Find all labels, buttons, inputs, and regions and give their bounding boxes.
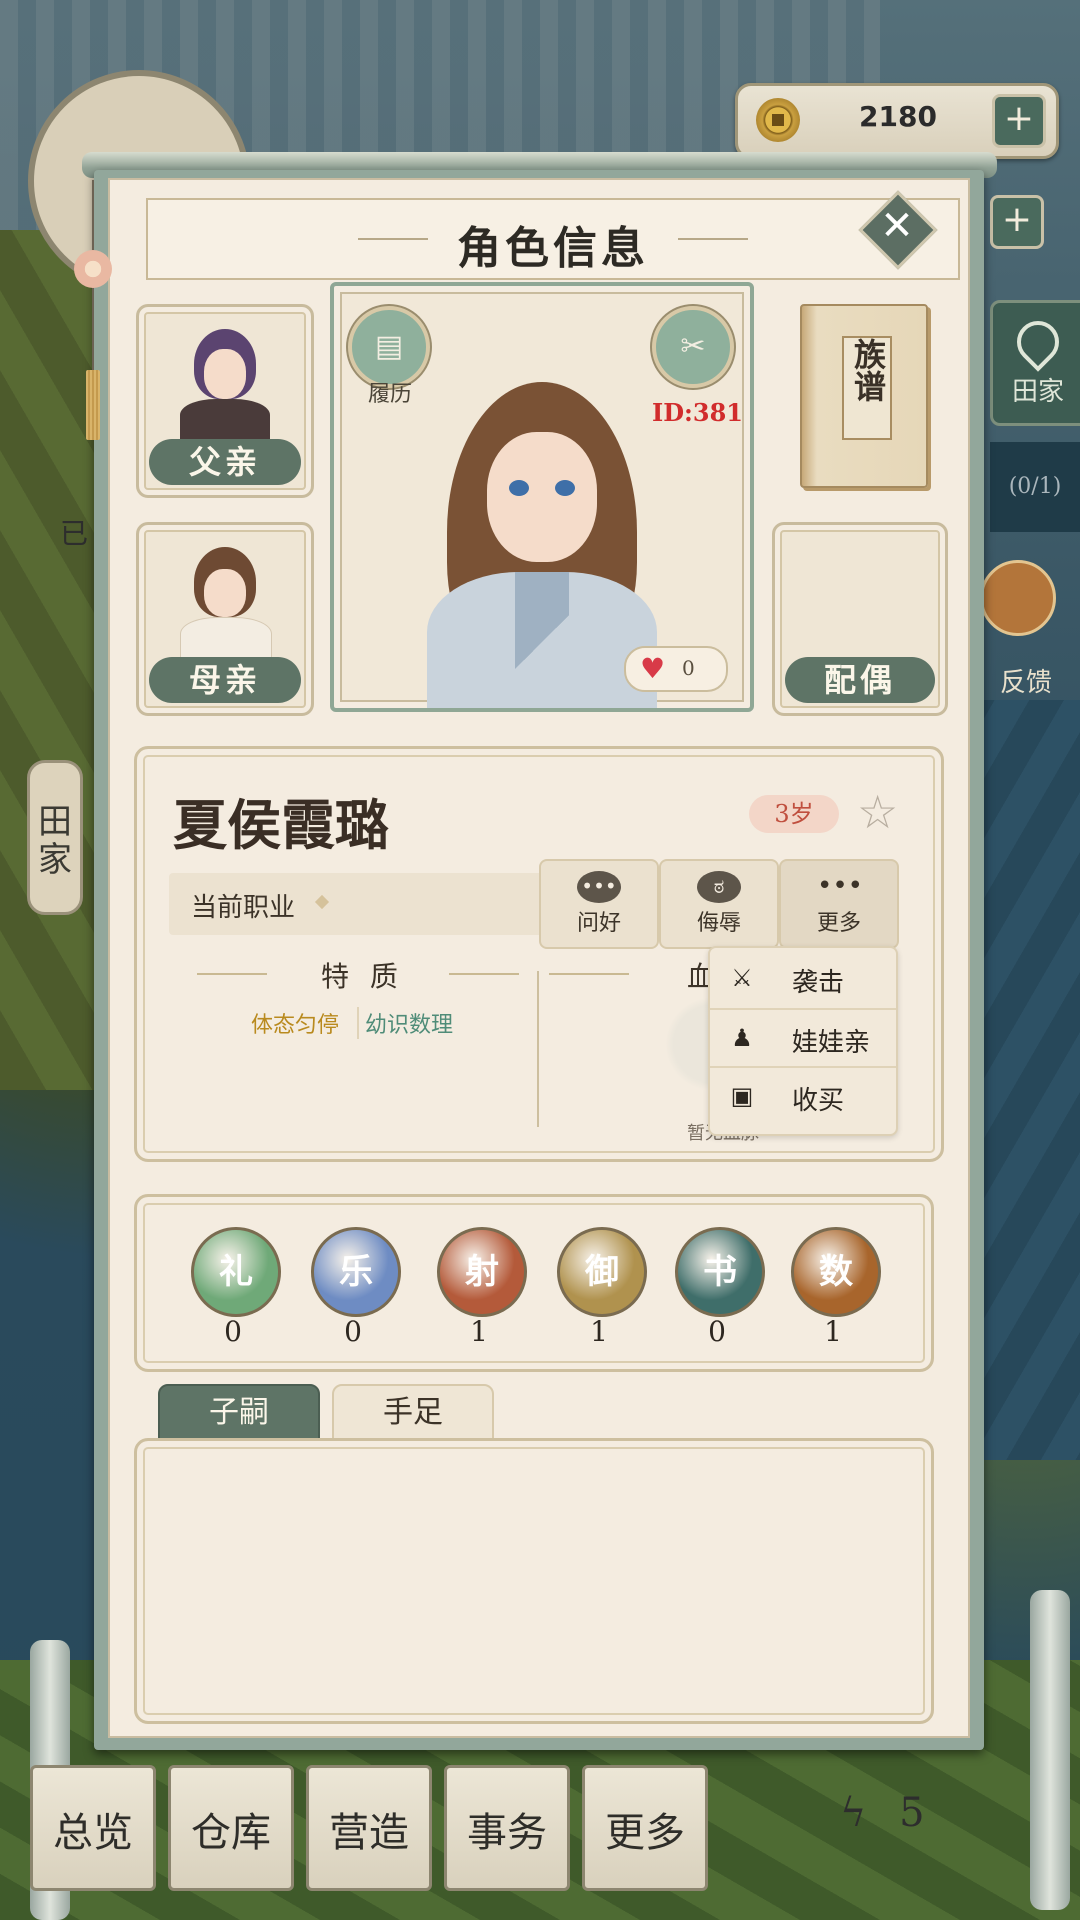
skill-value: 1: [590, 1315, 608, 1348]
gift-icon: ▣: [730, 1082, 754, 1110]
more-dots-icon: •••: [817, 871, 864, 901]
family-side-tab-label: 田 家: [38, 802, 72, 880]
menu-item-betrothal[interactable]: ♟ 娃娃亲: [710, 1008, 896, 1066]
trait-tag[interactable]: 体态匀停: [251, 1007, 339, 1039]
skill-value: 0: [344, 1315, 362, 1348]
age-badge: 3岁: [749, 795, 839, 833]
family-side-tab[interactable]: 田 家: [27, 760, 83, 915]
favorite-star-icon[interactable]: ☆: [857, 785, 898, 839]
greet-button[interactable]: ••• 问好: [539, 859, 659, 949]
speech-bubble-icon: •••: [577, 871, 621, 903]
spouse-label: 配偶: [785, 657, 935, 703]
energy-value: 5: [899, 1790, 925, 1836]
scissors-comb-icon: ✂: [680, 329, 706, 364]
spouse-card[interactable]: 配偶: [772, 522, 948, 716]
location-label: 田家: [1011, 377, 1064, 407]
father-portrait: [180, 325, 270, 439]
relatives-list: [134, 1438, 934, 1724]
trait-tag[interactable]: 幼识数理: [357, 1007, 453, 1039]
insult-button[interactable]: ಠ 侮辱: [659, 859, 779, 949]
character-name: 夏侯霞璐: [173, 793, 389, 857]
tassel-ornament: [74, 180, 112, 440]
skill-value: 1: [824, 1315, 842, 1348]
skill-value: 1: [470, 1315, 488, 1348]
coin-value: 2180: [859, 100, 937, 133]
family-tree-book[interactable]: 族谱: [800, 304, 928, 488]
task-count: (0/1): [990, 442, 1080, 532]
more-actions-menu: ⚔ 袭击 ♟ 娃娃亲 ▣ 收买: [708, 946, 898, 1136]
left-partial-label: 已: [60, 517, 89, 550]
family-tree-text: 族谱: [849, 338, 887, 402]
scroll-roll-right: [1030, 1590, 1070, 1910]
tab-siblings[interactable]: 手足: [332, 1384, 494, 1442]
skill-badge-yue[interactable]: 乐: [311, 1227, 401, 1317]
traits-ornament-right: [449, 973, 519, 975]
tab-children[interactable]: 子嗣: [158, 1384, 320, 1442]
location-pin-icon: [1008, 312, 1068, 372]
skill-badge-yu[interactable]: 御: [557, 1227, 647, 1317]
bottom-nav: 总览 仓库 营造 事务 更多: [30, 1765, 730, 1891]
lightning-icon: ϟ: [840, 1790, 867, 1836]
like-counter[interactable]: ♥ 0: [624, 646, 728, 692]
heart-icon: ♥: [640, 652, 666, 685]
traits-ornament-left: [197, 973, 267, 975]
menu-item-label: 娃娃亲: [792, 1028, 871, 1058]
skill-badge-li[interactable]: 礼: [191, 1227, 281, 1317]
panel-title: 角色信息: [457, 223, 649, 274]
mother-label: 母亲: [149, 657, 301, 703]
nav-overview-button[interactable]: 总览: [30, 1765, 156, 1891]
nav-build-button[interactable]: 营造: [306, 1765, 432, 1891]
current-job-label: 当前职业: [191, 893, 296, 923]
title-ornament-right: [678, 238, 748, 240]
menu-item-bribe[interactable]: ▣ 收买: [710, 1066, 896, 1124]
skill-badge-shu[interactable]: 书: [675, 1227, 765, 1317]
greet-label: 问好: [576, 911, 621, 936]
blood-ornament-left: [549, 973, 629, 975]
add-coins-button[interactable]: +: [992, 94, 1046, 148]
skill-value: 0: [708, 1315, 726, 1348]
resume-label: 履历: [368, 382, 413, 407]
menu-item-label: 袭击: [792, 968, 845, 998]
mother-card[interactable]: 母亲: [136, 522, 314, 716]
diamond-icon: [314, 894, 330, 910]
nav-more-button[interactable]: 更多: [582, 1765, 708, 1891]
nav-warehouse-button[interactable]: 仓库: [168, 1765, 294, 1891]
more-actions-label: 更多: [816, 911, 861, 936]
angry-face-icon: ಠ: [697, 871, 741, 903]
father-card[interactable]: 父亲: [136, 304, 314, 498]
megaphone-icon[interactable]: [980, 560, 1056, 636]
coin-resource-bar: 2180 +: [735, 83, 1059, 159]
feedback-label[interactable]: 反馈: [1000, 662, 1052, 699]
scroll-document-icon: ▤: [374, 329, 404, 364]
like-count: 0: [682, 656, 695, 680]
skill-badge-shu-math[interactable]: 数: [791, 1227, 881, 1317]
kneel-person-icon: ♟: [731, 1024, 753, 1052]
current-job-bar: 当前职业: [169, 873, 549, 935]
father-label: 父亲: [149, 439, 301, 485]
nav-affairs-button[interactable]: 事务: [444, 1765, 570, 1891]
dress-up-button[interactable]: ✂: [652, 306, 734, 388]
traits-title: 特 质: [321, 960, 404, 993]
close-icon: ✕: [880, 203, 914, 249]
crossed-swords-icon: ⚔: [731, 964, 753, 992]
skill-badge-she[interactable]: 射: [437, 1227, 527, 1317]
section-divider: [537, 971, 539, 1127]
coin-icon: [756, 98, 800, 142]
title-bar: 角色信息: [146, 198, 960, 280]
add-resource-button[interactable]: +: [990, 195, 1044, 249]
skill-value: 0: [224, 1315, 242, 1348]
character-portrait-card: ▤ 履历 ✂ ID:381 ♥ 0: [330, 282, 754, 712]
menu-item-attack[interactable]: ⚔ 袭击: [710, 950, 896, 1006]
family-tree-label: 族谱: [842, 336, 892, 440]
insult-label: 侮辱: [696, 911, 741, 936]
skills-card: 礼 0 乐 0 射 1 御 1 书 0 数 1: [134, 1194, 934, 1372]
mother-portrait: [180, 543, 272, 659]
energy-display: ϟ 5: [840, 1790, 970, 1850]
more-actions-button[interactable]: ••• 更多: [779, 859, 899, 949]
location-button[interactable]: 田家: [990, 300, 1080, 426]
menu-item-label: 收买: [792, 1086, 845, 1116]
